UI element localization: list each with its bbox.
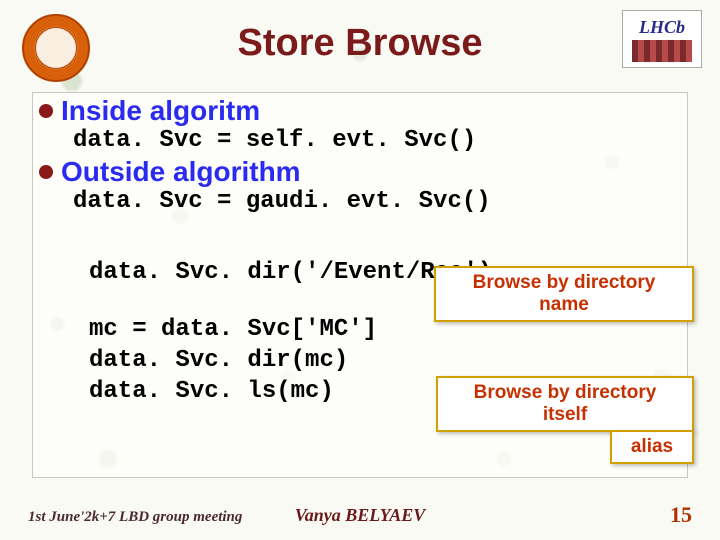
footer-left: 1st June'2k+7 LBD group meeting — [28, 509, 242, 526]
code-outside: data. Svc = gaudi. evt. Svc() — [33, 188, 687, 215]
example-line-3: data. Svc. dir(mc) — [33, 347, 687, 374]
note-alias: alias — [610, 430, 694, 464]
bullet-inside-label: Inside algoritm — [61, 95, 260, 127]
bullet-inside: Inside algoritm — [33, 95, 687, 127]
slide-title: Store Browse — [0, 22, 720, 65]
bullet-icon — [39, 165, 53, 179]
slide: LHCb Store Browse Inside algoritm data. … — [0, 0, 720, 540]
note-browse-by-itself: Browse by directory itself — [436, 376, 694, 432]
bullet-outside-label: Outside algorithm — [61, 156, 301, 188]
bullet-icon — [39, 104, 53, 118]
note-browse-by-name: Browse by directory name — [434, 266, 694, 322]
bullet-outside: Outside algorithm — [33, 156, 687, 188]
page-number: 15 — [670, 502, 692, 528]
code-inside: data. Svc = self. evt. Svc() — [33, 127, 687, 154]
